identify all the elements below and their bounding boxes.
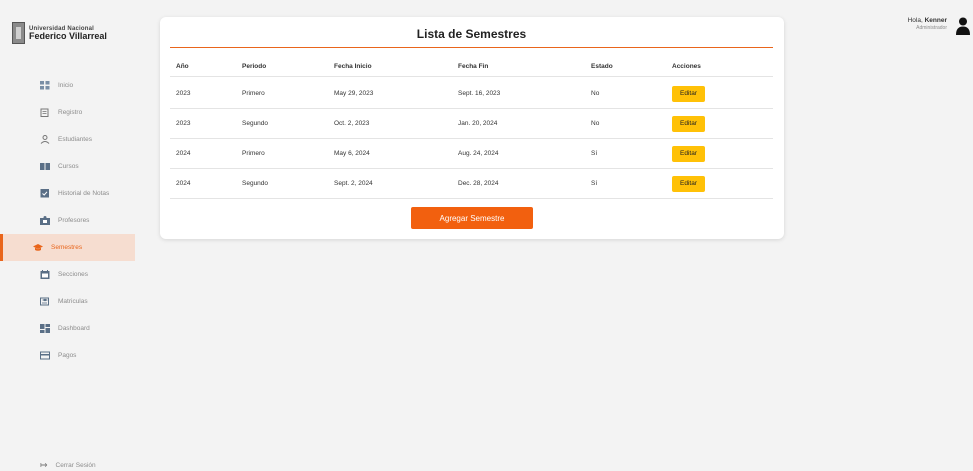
cell-start-date: Oct. 2, 2023 bbox=[334, 120, 370, 127]
calendar-icon bbox=[40, 270, 50, 279]
sidebar-item-semestres[interactable]: Semestres bbox=[0, 234, 135, 261]
sidebar-item-label: Inicio bbox=[58, 82, 74, 89]
dashboard-icon bbox=[40, 324, 50, 333]
cell-period: Segundo bbox=[242, 180, 269, 187]
cell-year: 2023 bbox=[176, 120, 191, 127]
cell-status: Sí bbox=[591, 180, 598, 187]
edit-button[interactable]: Editar bbox=[672, 145, 705, 162]
column-header-status: Estado bbox=[591, 63, 613, 70]
edit-button[interactable]: Editar bbox=[672, 115, 705, 132]
clipboard-icon bbox=[40, 108, 49, 117]
sidebar-nav: Inicio Registro Estudiantes Cursos Histo… bbox=[0, 72, 135, 369]
sidebar-item-label: Profesores bbox=[58, 217, 90, 224]
cell-status: Sí bbox=[591, 150, 598, 157]
graduation-cap-icon bbox=[33, 244, 43, 251]
sidebar-item-matriculas[interactable]: Matriculas bbox=[0, 288, 135, 315]
column-header-start: Fecha Inicio bbox=[334, 63, 372, 70]
user-icon bbox=[40, 135, 50, 144]
page-title: Lista de Semestres bbox=[416, 27, 527, 41]
sidebar-item-label: Cursos bbox=[58, 163, 79, 170]
column-header-actions: Acciones bbox=[672, 63, 701, 70]
cell-end-date: Sept. 16, 2023 bbox=[458, 90, 501, 97]
add-semester-button[interactable]: Agregar Semestre bbox=[411, 207, 533, 229]
sidebar: Universidad Nacional Federico Villarreal… bbox=[0, 0, 135, 471]
sidebar-item-estudiantes[interactable]: Estudiantes bbox=[0, 126, 135, 153]
logout-label: Cerrar Sesión bbox=[55, 462, 96, 469]
sidebar-item-secciones[interactable]: Secciones bbox=[0, 261, 135, 288]
avatar-icon[interactable] bbox=[956, 17, 970, 35]
logout-icon: ↦ bbox=[40, 460, 48, 470]
semesters-card: Lista de Semestres Año Periodo Fecha Ini… bbox=[160, 17, 784, 239]
sidebar-item-label: Secciones bbox=[58, 271, 88, 278]
logout-link[interactable]: ↦ Cerrar Sesión bbox=[40, 460, 96, 471]
cell-start-date: May 6, 2024 bbox=[334, 150, 370, 157]
user-role: Administrador bbox=[916, 24, 947, 31]
cell-year: 2024 bbox=[176, 150, 191, 157]
book-icon bbox=[40, 163, 50, 170]
table-row: 2023 Segundo Oct. 2, 2023 Jan. 20, 2024 … bbox=[170, 109, 773, 139]
cell-period: Primero bbox=[242, 150, 265, 157]
edit-button[interactable]: Editar bbox=[672, 175, 705, 192]
university-logo[interactable]: Universidad Nacional Federico Villarreal bbox=[12, 22, 107, 44]
sidebar-item-label: Dashboard bbox=[58, 325, 90, 332]
sidebar-item-label: Pagos bbox=[58, 352, 77, 359]
cell-start-date: May 29, 2023 bbox=[334, 90, 374, 97]
user-info: Hola, Kenner Administrador bbox=[908, 17, 947, 31]
user-greeting: Hola, Kenner bbox=[908, 17, 947, 25]
sidebar-item-label: Estudiantes bbox=[58, 136, 92, 143]
sidebar-item-label: Matriculas bbox=[58, 298, 88, 305]
cell-end-date: Dec. 28, 2024 bbox=[458, 180, 499, 187]
cell-period: Segundo bbox=[242, 120, 269, 127]
sidebar-item-inicio[interactable]: Inicio bbox=[0, 72, 135, 99]
cell-period: Primero bbox=[242, 90, 265, 97]
cell-end-date: Aug. 24, 2024 bbox=[458, 150, 499, 157]
checkbox-icon bbox=[40, 189, 49, 198]
table-row: 2024 Primero May 6, 2024 Aug. 24, 2024 S… bbox=[170, 139, 773, 169]
sidebar-item-label: Historial de Notas bbox=[58, 190, 110, 197]
logo-line2: Federico Villarreal bbox=[29, 30, 107, 41]
sidebar-item-historial[interactable]: Historial de Notas bbox=[0, 180, 135, 207]
teacher-icon bbox=[40, 216, 50, 225]
column-header-period: Periodo bbox=[242, 63, 267, 70]
sidebar-item-registro[interactable]: Registro bbox=[0, 99, 135, 126]
user-name: Kenner bbox=[924, 17, 947, 24]
table-row: 2024 Segundo Sept. 2, 2024 Dec. 28, 2024… bbox=[170, 169, 773, 199]
cell-status: No bbox=[591, 120, 600, 127]
greeting-text: Hola, bbox=[907, 17, 923, 24]
cell-status: No bbox=[591, 90, 600, 97]
table-header: Año Periodo Fecha Inicio Fecha Fin Estad… bbox=[170, 57, 773, 77]
enroll-icon bbox=[40, 297, 49, 306]
cell-year: 2023 bbox=[176, 90, 191, 97]
title-divider bbox=[170, 47, 773, 48]
cell-end-date: Jan. 20, 2024 bbox=[458, 120, 498, 127]
edit-button[interactable]: Editar bbox=[672, 85, 705, 102]
cell-start-date: Sept. 2, 2024 bbox=[334, 180, 373, 187]
university-seal-icon bbox=[12, 22, 25, 44]
cell-year: 2024 bbox=[176, 180, 191, 187]
column-header-end: Fecha Fin bbox=[458, 63, 489, 70]
sidebar-item-label: Registro bbox=[58, 109, 83, 116]
sidebar-item-pagos[interactable]: Pagos bbox=[0, 342, 135, 369]
sidebar-item-label: Semestres bbox=[51, 244, 83, 251]
table-row: 2023 Primero May 29, 2023 Sept. 16, 2023… bbox=[170, 79, 773, 109]
sidebar-item-cursos[interactable]: Cursos bbox=[0, 153, 135, 180]
sidebar-item-profesores[interactable]: Profesores bbox=[0, 207, 135, 234]
grid-icon bbox=[40, 81, 50, 90]
column-header-year: Año bbox=[176, 63, 189, 70]
card-icon bbox=[40, 351, 50, 360]
sidebar-item-dashboard[interactable]: Dashboard bbox=[0, 315, 135, 342]
